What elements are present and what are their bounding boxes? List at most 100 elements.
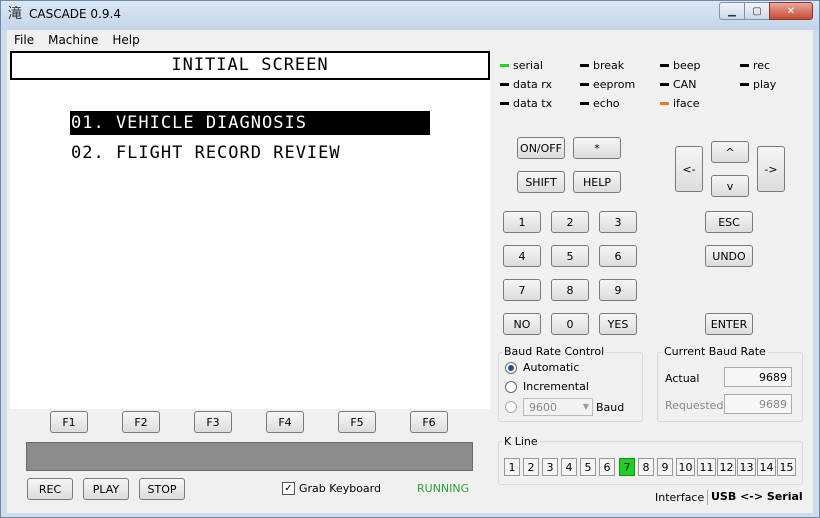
- client-area: File Machine Help INITIAL SCREEN 01. VEH…: [7, 30, 813, 513]
- beep-led-icon: [660, 64, 669, 67]
- interface-label: Interface: [655, 491, 705, 504]
- f4-button[interactable]: F4: [266, 411, 304, 433]
- app-icon[interactable]: 滝: [7, 6, 23, 22]
- data-tx-led-icon: [500, 102, 509, 105]
- esc-button[interactable]: ESC: [705, 211, 753, 233]
- on-off-button[interactable]: ON/OFF: [517, 137, 565, 159]
- interface-value: USB <-> Serial: [711, 490, 803, 503]
- digit-9-button[interactable]: 9: [599, 279, 637, 301]
- requested-baud-field: 9689: [724, 394, 792, 414]
- function-key-row: F1 F2 F3 F4 F5 F6: [7, 411, 487, 433]
- k-line-11[interactable]: 11: [697, 458, 716, 476]
- k-line-3[interactable]: 3: [542, 458, 558, 476]
- baud-label: Baud: [596, 401, 625, 414]
- actual-baud-field: 9689: [724, 367, 792, 387]
- chevron-down-icon: ▼: [582, 402, 589, 411]
- k-line-1[interactable]: 1: [504, 458, 520, 476]
- rec-button[interactable]: REC: [27, 478, 73, 500]
- k-line-14[interactable]: 14: [757, 458, 776, 476]
- menu-file[interactable]: File: [7, 30, 41, 49]
- digit-3-button[interactable]: 3: [599, 211, 637, 233]
- up-arrow-button[interactable]: ^: [711, 141, 749, 163]
- menu-bar: File Machine Help: [7, 30, 813, 49]
- indicator-serial: serial: [513, 59, 543, 72]
- menu-machine[interactable]: Machine: [41, 30, 105, 49]
- window-title: CASCADE 0.9.4: [29, 7, 121, 21]
- k-line-15[interactable]: 15: [777, 458, 796, 476]
- k-line-8[interactable]: 8: [638, 458, 654, 476]
- automatic-label: Automatic: [523, 361, 580, 374]
- actual-label: Actual: [665, 372, 700, 385]
- baud-rate-value: 9600: [529, 401, 557, 414]
- minimize-icon: ▁: [728, 5, 736, 17]
- automatic-radio[interactable]: [505, 362, 517, 374]
- digit-7-button[interactable]: 7: [503, 279, 541, 301]
- baud-rate-control-title: Baud Rate Control: [502, 345, 607, 358]
- k-line-2[interactable]: 2: [523, 458, 539, 476]
- indicator-beep: beep: [673, 59, 701, 72]
- left-arrow-button[interactable]: <-: [675, 146, 703, 192]
- indicator-rec: rec: [753, 59, 771, 72]
- screen-line[interactable]: 02. FLIGHT RECORD REVIEW: [70, 141, 341, 165]
- lcd-screen[interactable]: INITIAL SCREEN 01. VEHICLE DIAGNOSIS 02.…: [10, 51, 490, 409]
- k-line-10[interactable]: 10: [676, 458, 695, 476]
- down-arrow-button[interactable]: v: [711, 175, 749, 197]
- k-line-13[interactable]: 13: [737, 458, 756, 476]
- menu-help[interactable]: Help: [105, 30, 146, 49]
- k-line-6[interactable]: 6: [599, 458, 615, 476]
- k-line-12[interactable]: 12: [717, 458, 736, 476]
- incremental-radio[interactable]: [505, 381, 517, 393]
- no-button[interactable]: NO: [503, 313, 541, 335]
- digit-0-button[interactable]: 0: [551, 313, 589, 335]
- k-line-9[interactable]: 9: [657, 458, 673, 476]
- shift-button[interactable]: SHIFT: [517, 171, 565, 193]
- f6-button[interactable]: F6: [410, 411, 448, 433]
- right-arrow-button[interactable]: ->: [757, 146, 785, 192]
- maximize-button[interactable]: ▢: [744, 2, 770, 20]
- echo-led-icon: [580, 102, 589, 105]
- digit-8-button[interactable]: 8: [551, 279, 589, 301]
- digit-5-button[interactable]: 5: [551, 245, 589, 267]
- k-line-title: K Line: [502, 435, 540, 448]
- f2-button[interactable]: F2: [122, 411, 160, 433]
- f5-button[interactable]: F5: [338, 411, 376, 433]
- eeprom-led-icon: [580, 83, 589, 86]
- close-button[interactable]: ✕: [769, 2, 813, 20]
- k-line-5[interactable]: 5: [580, 458, 596, 476]
- grab-keyboard-checkbox[interactable]: ✓: [282, 482, 295, 495]
- app-window: 滝 CASCADE 0.9.4 ▁ ▢ ✕ File Machine Help …: [0, 0, 820, 518]
- digit-6-button[interactable]: 6: [599, 245, 637, 267]
- f1-button[interactable]: F1: [50, 411, 88, 433]
- yes-button[interactable]: YES: [599, 313, 637, 335]
- help-button[interactable]: HELP: [573, 171, 621, 193]
- undo-button[interactable]: UNDO: [705, 245, 753, 267]
- stop-button[interactable]: STOP: [139, 478, 185, 500]
- digit-4-button[interactable]: 4: [503, 245, 541, 267]
- indicator-echo: echo: [593, 97, 620, 110]
- f3-button[interactable]: F3: [194, 411, 232, 433]
- enter-button[interactable]: ENTER: [705, 313, 753, 335]
- digit-2-button[interactable]: 2: [551, 211, 589, 233]
- incremental-label: Incremental: [523, 380, 589, 393]
- requested-label: Requested: [665, 399, 724, 412]
- can-led-icon: [660, 83, 669, 86]
- play-led-icon: [740, 83, 749, 86]
- fixed-rate-radio[interactable]: [505, 401, 517, 413]
- screen-line-selected[interactable]: 01. VEHICLE DIAGNOSIS: [70, 111, 430, 135]
- maximize-icon: ▢: [752, 5, 762, 17]
- k-line-7-active[interactable]: 7: [619, 458, 635, 476]
- rec-led-icon: [740, 64, 749, 67]
- title-bar[interactable]: 滝 CASCADE 0.9.4 ▁ ▢ ✕: [1, 1, 819, 30]
- k-line-4[interactable]: 4: [561, 458, 577, 476]
- minimize-button[interactable]: ▁: [719, 2, 745, 20]
- current-baud-rate-title: Current Baud Rate: [662, 345, 768, 358]
- digit-1-button[interactable]: 1: [503, 211, 541, 233]
- window-controls: ▁ ▢ ✕: [719, 2, 813, 20]
- play-button[interactable]: PLAY: [83, 478, 129, 500]
- star-button[interactable]: *: [573, 137, 621, 159]
- indicator-break: break: [593, 59, 625, 72]
- baud-rate-select[interactable]: 9600 ▼: [523, 398, 593, 416]
- indicator-data-tx: data tx: [513, 97, 553, 110]
- data-rx-led-icon: [500, 83, 509, 86]
- grab-keyboard-label: Grab Keyboard: [299, 482, 381, 495]
